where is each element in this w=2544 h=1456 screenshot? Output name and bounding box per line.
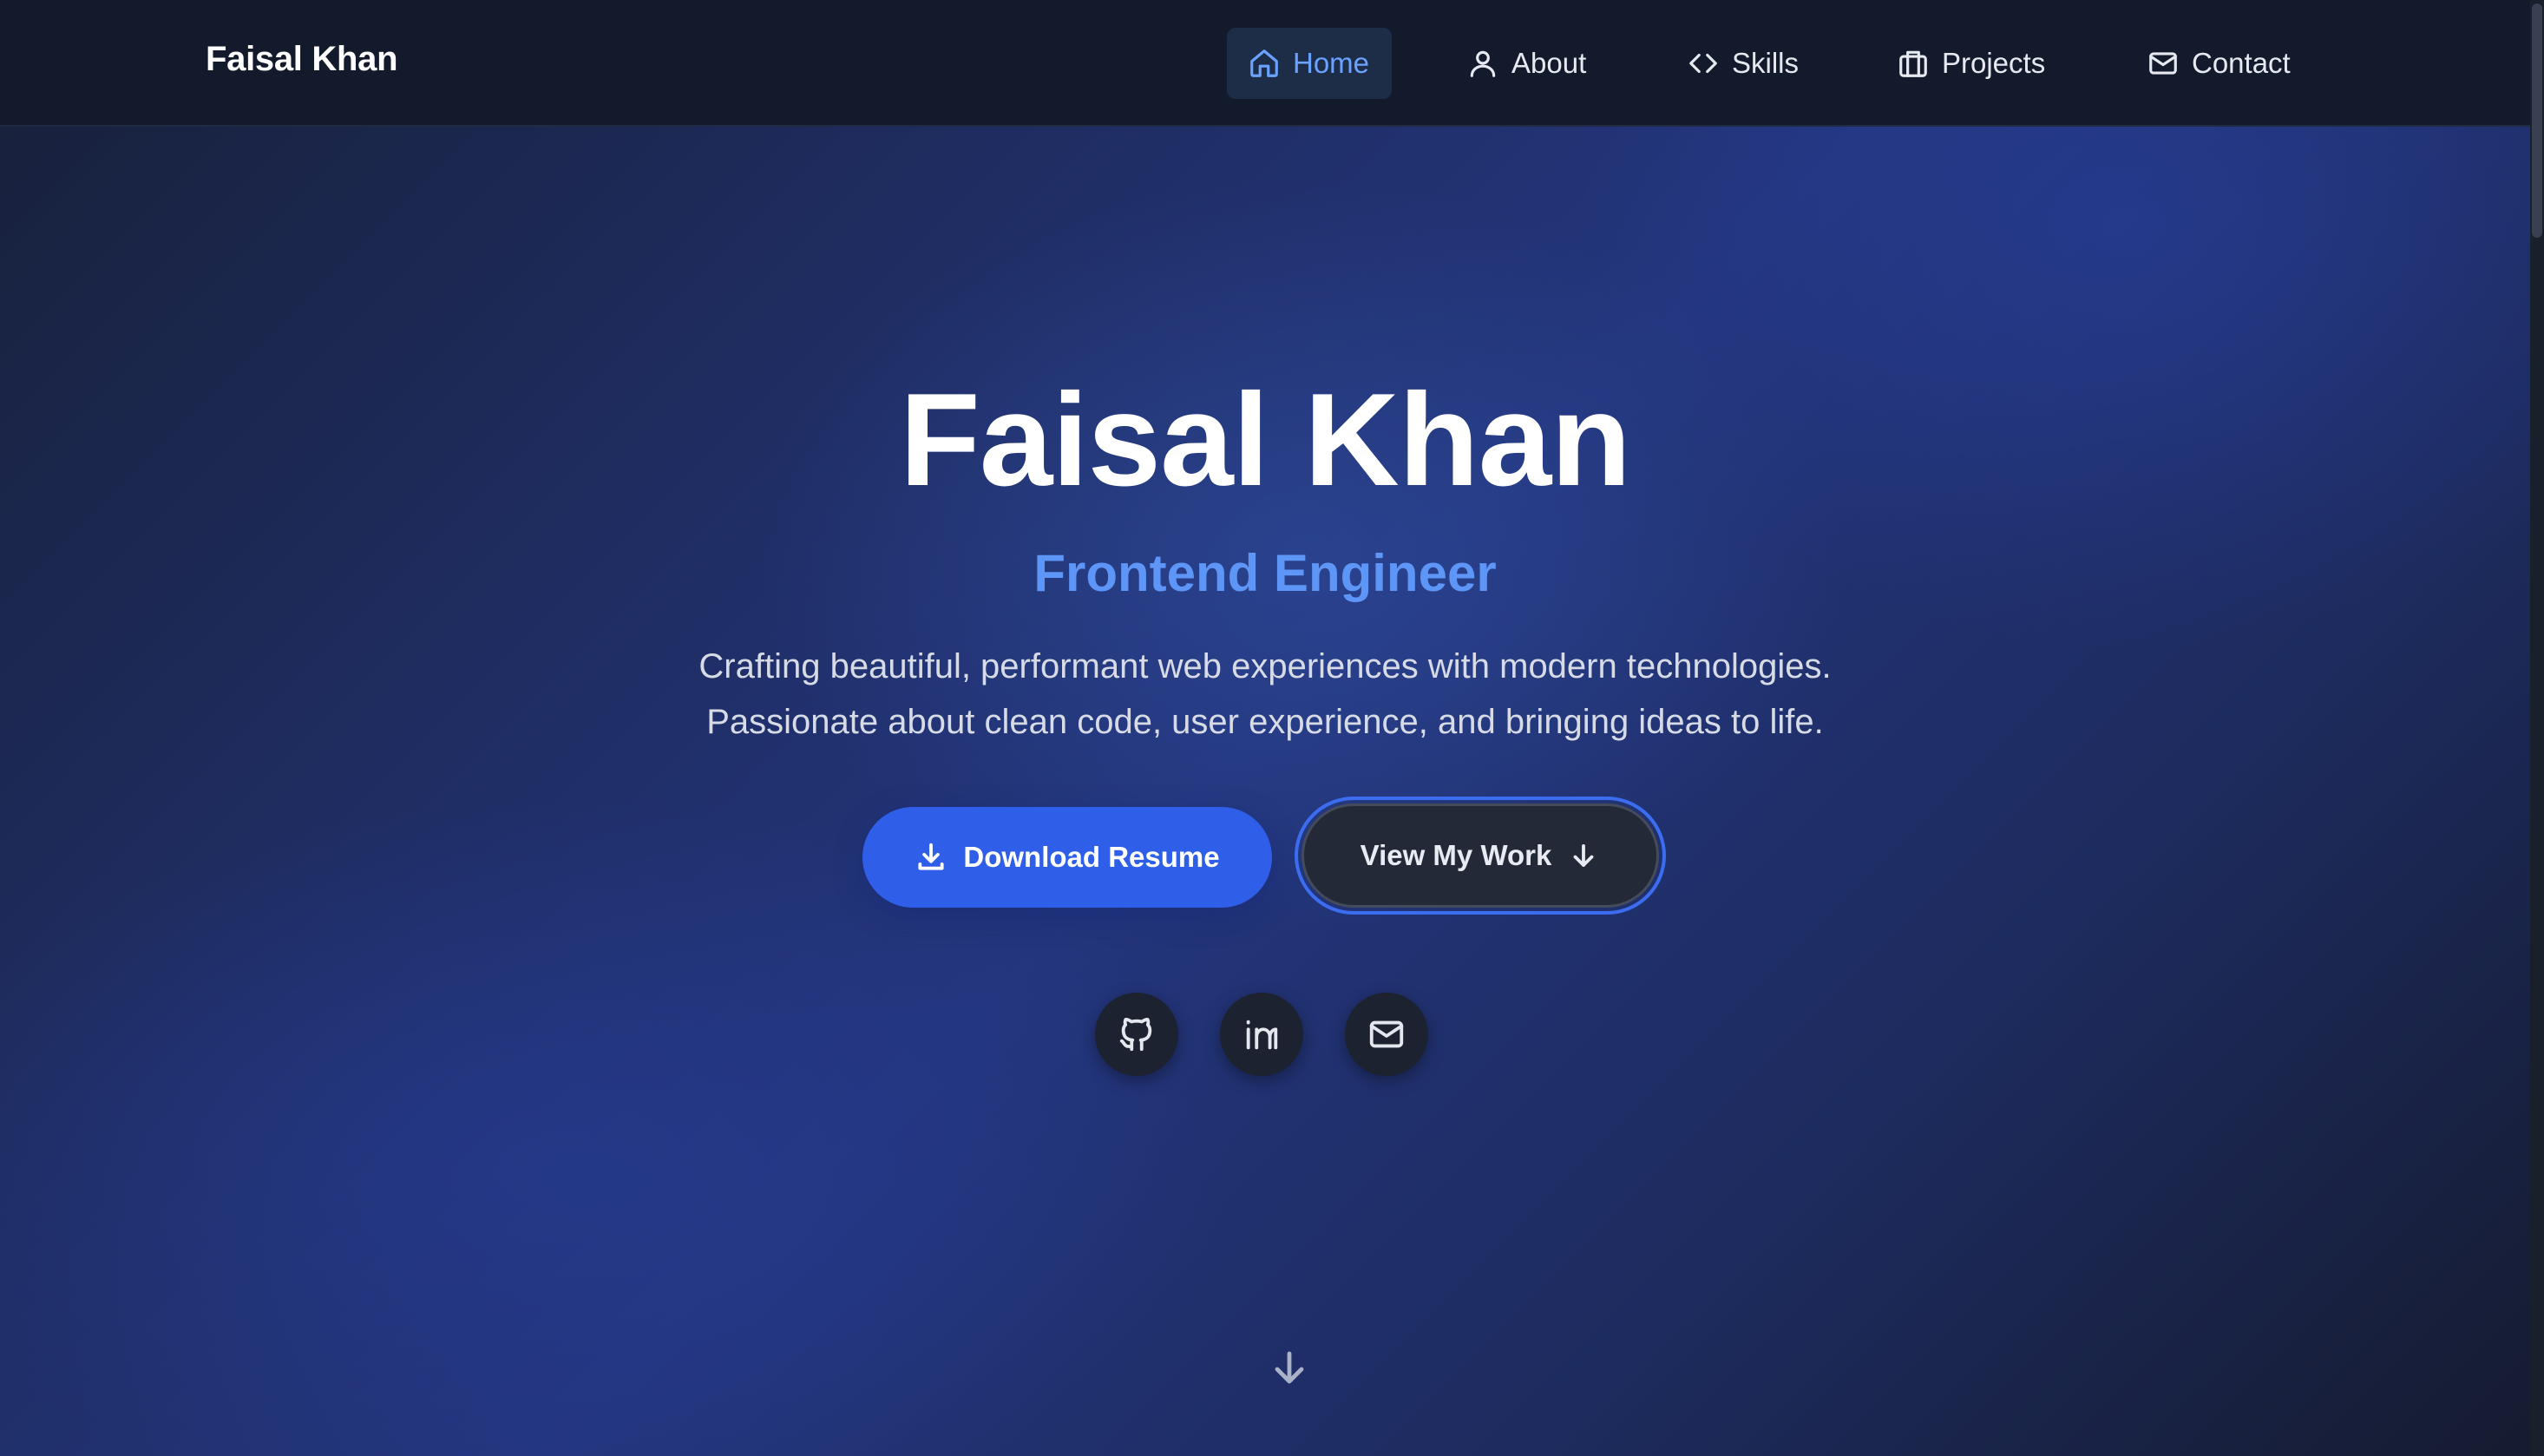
nav-item-home[interactable]: Home <box>1227 28 1392 99</box>
view-my-work-label: View My Work <box>1360 839 1552 871</box>
briefcase-icon <box>1899 50 1927 77</box>
nav-item-projects[interactable]: Projects <box>1897 28 2045 99</box>
linkedin-link[interactable] <box>1220 993 1303 1076</box>
download-icon <box>918 843 944 870</box>
nav-item-label: Skills <box>1732 47 1800 79</box>
user-icon <box>1470 50 1496 77</box>
scroll-down-button[interactable] <box>1269 1347 1310 1388</box>
hero-title: Faisal Khan <box>899 366 1631 514</box>
download-resume-label: Download Resume <box>963 841 1220 873</box>
nav-item-label: Contact <box>2192 47 2291 79</box>
code-icon <box>1689 53 1717 74</box>
github-link[interactable] <box>1095 993 1178 1076</box>
view-my-work-button[interactable]: View My Work <box>1295 797 1666 915</box>
hero-description-line: Crafting beautiful, performant web exper… <box>698 647 1832 685</box>
navbar: Faisal Khan Home About Skills Projects C… <box>0 0 2530 127</box>
view-my-work-inner: View My Work <box>1302 803 1659 908</box>
hero-description-line: Passionate about clean code, user experi… <box>706 703 1824 741</box>
nav-item-label: About <box>1511 47 1587 79</box>
nav-item-skills[interactable]: Skills <box>1687 28 1799 99</box>
scrollbar-thumb[interactable] <box>2532 3 2542 238</box>
download-resume-button[interactable]: Download Resume <box>862 807 1272 908</box>
linkedin-icon <box>1246 1020 1278 1050</box>
nav-item-contact[interactable]: Contact <box>2147 28 2291 99</box>
brand-logo[interactable]: Faisal Khan <box>206 40 398 79</box>
nav-item-label: Home <box>1293 47 1370 79</box>
nav-item-about[interactable]: About <box>1466 28 1586 99</box>
mail-icon <box>1369 1020 1404 1048</box>
arrow-down-icon <box>1275 1351 1304 1384</box>
github-icon <box>1119 1017 1152 1052</box>
hero-subtitle: Frontend Engineer <box>1033 544 1497 602</box>
nav-item-label: Projects <box>1942 47 2046 79</box>
arrow-down-icon <box>1573 844 1594 867</box>
mail-icon <box>2149 52 2177 75</box>
email-link[interactable] <box>1345 993 1428 1076</box>
home-icon <box>1250 49 1278 77</box>
hero-description: Crafting beautiful, performant web exper… <box>0 639 2530 750</box>
